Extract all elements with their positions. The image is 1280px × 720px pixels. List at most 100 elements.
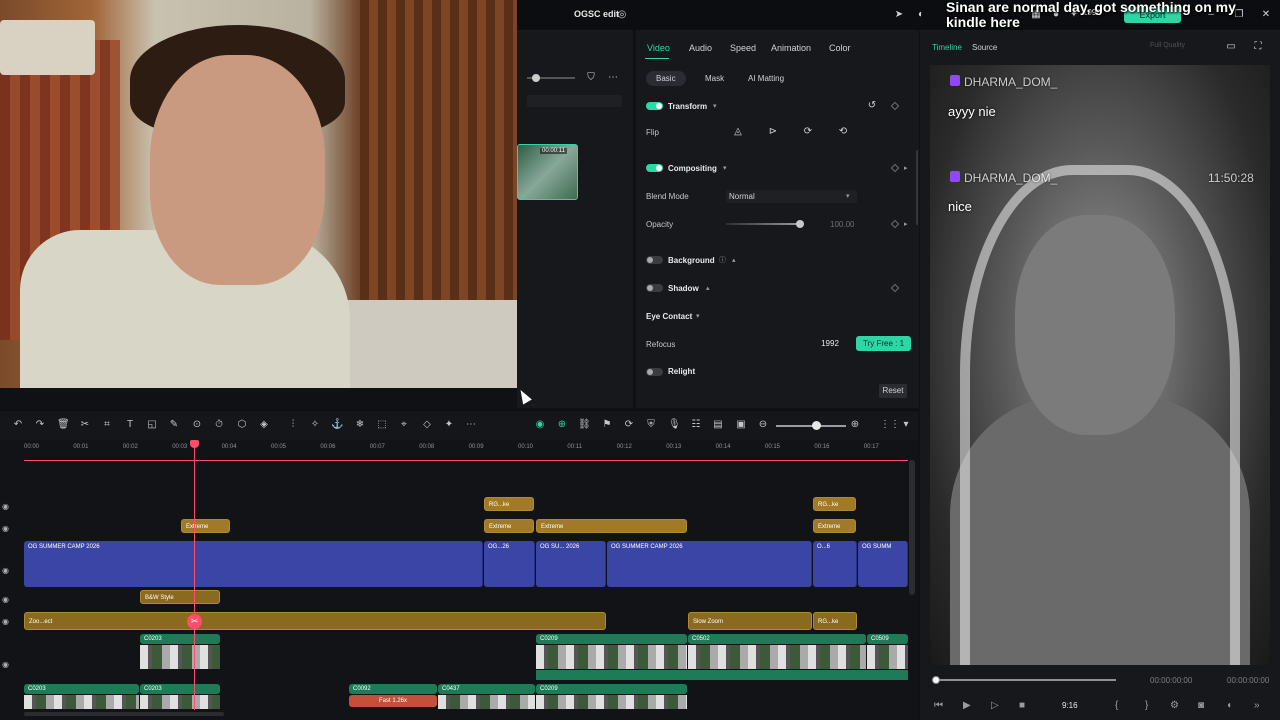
prev-frame-icon[interactable]: ⏮ xyxy=(934,700,943,711)
video-clip-header[interactable]: C0203 xyxy=(24,684,139,694)
subtab-ai-matting[interactable]: AI Matting xyxy=(738,71,794,86)
video-clip-thumbnails[interactable] xyxy=(140,695,220,709)
play-reverse-icon[interactable]: ▷ xyxy=(991,700,999,711)
video-clip-header[interactable]: C0092 xyxy=(349,684,437,694)
freeze-icon[interactable]: ❄ xyxy=(354,419,366,431)
effect-clip[interactable]: Extreme xyxy=(484,519,534,533)
redo-icon[interactable]: ↷ xyxy=(34,419,46,431)
timeline-h-scrollbar[interactable] xyxy=(24,712,224,716)
try-free-button[interactable]: Try Free : 1 xyxy=(856,336,911,351)
delete-icon[interactable]: 🗑 xyxy=(57,419,70,431)
ai-tool-icon[interactable]: ✧ xyxy=(309,419,321,431)
stop-icon[interactable]: ■ xyxy=(1019,700,1025,711)
title-clip[interactable]: OG SUMMER CAMP 2026 xyxy=(24,541,483,587)
tab-timeline-preview[interactable]: Timeline xyxy=(932,43,962,52)
audio-detach-icon[interactable]: ⫶ xyxy=(287,419,299,431)
effect-clip[interactable]: RG...ke xyxy=(813,497,856,511)
microphone-icon[interactable]: 🎙 xyxy=(668,419,681,431)
track-eye-icon[interactable]: ◉ xyxy=(2,524,9,533)
mask-tool-icon[interactable]: ⬡ xyxy=(236,419,248,431)
video-clip-header[interactable]: C0502 xyxy=(688,634,866,644)
track-eye-icon[interactable]: ◉ xyxy=(2,595,9,604)
expand-icon[interactable]: » xyxy=(1254,700,1260,711)
rotate-ccw-icon[interactable]: ⟲ xyxy=(836,126,850,138)
more-icon[interactable]: ⋯ xyxy=(607,72,619,84)
smart-cutout-icon[interactable]: ✦ xyxy=(443,419,455,431)
caret-down-icon[interactable]: ▾ xyxy=(696,312,700,320)
expand-arrow-icon[interactable]: ▸ xyxy=(904,220,908,228)
undo-transform-icon[interactable]: ↺ xyxy=(866,100,878,112)
video-clip-header[interactable]: C0437 xyxy=(438,684,535,694)
transform-toggle[interactable] xyxy=(646,102,663,110)
tab-audio[interactable]: Audio xyxy=(689,43,712,53)
mark-in-icon[interactable]: { xyxy=(1115,700,1118,711)
snap-icon[interactable]: ◉ xyxy=(534,419,546,431)
effect-clip[interactable]: RG...ke xyxy=(484,497,534,511)
video-clip-header[interactable]: C0203 xyxy=(140,634,220,644)
motion-track-icon[interactable]: ⌖ xyxy=(398,419,410,431)
text-icon[interactable]: T xyxy=(124,419,136,431)
effect-clip[interactable]: RG...ke xyxy=(813,612,857,630)
filter-clip[interactable]: B&W Style xyxy=(140,590,220,604)
video-clip-thumbnails[interactable] xyxy=(536,645,687,669)
video-clip-header[interactable]: C0209 xyxy=(536,684,687,694)
relight-toggle[interactable] xyxy=(646,368,663,376)
expand-arrow-icon[interactable]: ▸ xyxy=(904,164,908,172)
layout-icon[interactable]: ⋮⋮ xyxy=(880,419,900,431)
properties-scrollbar[interactable] xyxy=(916,150,918,225)
quality-select[interactable]: Full Quality xyxy=(1150,42,1185,49)
aspect-ratio[interactable]: 9:16 xyxy=(1062,701,1078,710)
mixer-icon[interactable]: ☷ xyxy=(690,419,702,431)
help-icon[interactable]: ⓘ xyxy=(719,255,726,265)
preview-progress-bar[interactable] xyxy=(936,679,1116,681)
video-clip-thumbnails[interactable] xyxy=(688,645,866,669)
subtab-basic[interactable]: Basic xyxy=(646,71,686,86)
subtab-mask[interactable]: Mask xyxy=(695,71,734,86)
scissor-icon[interactable]: ✂ xyxy=(187,614,202,629)
more-tools-icon[interactable]: ⋯ xyxy=(465,419,477,431)
playhead-line[interactable] xyxy=(194,440,195,710)
tab-color[interactable]: Color xyxy=(829,43,851,53)
camera-icon[interactable]: ◙ xyxy=(1198,700,1204,711)
effect-clip[interactable]: Extreme xyxy=(813,519,856,533)
transform-caret-icon[interactable]: ▾ xyxy=(713,102,717,110)
video-clip-thumbnails[interactable] xyxy=(536,695,687,709)
marker-icon[interactable]: ⚑ xyxy=(601,419,613,431)
video-clip-thumbnails[interactable] xyxy=(438,695,535,709)
zoom-out-icon[interactable]: ⊖ xyxy=(757,419,769,431)
opacity-slider[interactable] xyxy=(726,223,800,225)
split-icon[interactable]: ✂ xyxy=(79,419,91,431)
render-icon[interactable]: ⟳ xyxy=(623,419,635,431)
video-clip-thumbnails[interactable] xyxy=(24,695,139,709)
track-eye-icon[interactable]: ◉ xyxy=(2,617,9,626)
tab-video[interactable]: Video xyxy=(647,43,670,53)
play-icon[interactable]: ▶ xyxy=(963,700,971,711)
reframe-icon[interactable]: ⬚ xyxy=(376,419,388,431)
background-toggle[interactable] xyxy=(646,256,663,264)
stabilize-icon[interactable]: ⚓ xyxy=(331,419,343,431)
flip-horizontal-icon[interactable]: ◬ xyxy=(731,126,745,138)
keyframe-tool-icon[interactable]: ◇ xyxy=(421,419,433,431)
timeline-scrollbar[interactable] xyxy=(909,460,915,595)
title-clip[interactable]: O...6 xyxy=(813,541,857,587)
timeline-zoom-knob[interactable] xyxy=(812,421,821,430)
title-clip[interactable]: OG SU... 2026 xyxy=(536,541,606,587)
snapshot-icon[interactable]: ▭ xyxy=(1225,41,1237,53)
shadow-toggle[interactable] xyxy=(646,284,663,292)
transform-tool-icon[interactable]: ◱ xyxy=(146,419,158,431)
title-clip[interactable]: OG...26 xyxy=(484,541,535,587)
mark-out-icon[interactable]: } xyxy=(1145,700,1148,711)
fullscreen-icon[interactable]: ⛶ xyxy=(1252,41,1264,53)
link-icon[interactable]: ⛓ xyxy=(578,419,591,431)
flip-vertical-icon[interactable]: ⊳ xyxy=(766,126,780,138)
volume-icon[interactable]: ◖ xyxy=(1226,700,1232,711)
video-clip-thumbnails[interactable] xyxy=(140,645,220,669)
track-eye-icon[interactable]: ◉ xyxy=(2,502,9,511)
speed-badge[interactable]: Fast 1.26x xyxy=(349,695,437,707)
tab-source-preview[interactable]: Source xyxy=(972,43,997,52)
speed-ramp-icon[interactable]: ⊙ xyxy=(191,419,203,431)
preview-progress-knob[interactable] xyxy=(932,676,940,684)
timer-icon[interactable]: ⏱ xyxy=(213,419,225,431)
effect-clip[interactable]: Zoo...ect xyxy=(24,612,606,630)
undo-icon[interactable]: ↶ xyxy=(12,419,24,431)
